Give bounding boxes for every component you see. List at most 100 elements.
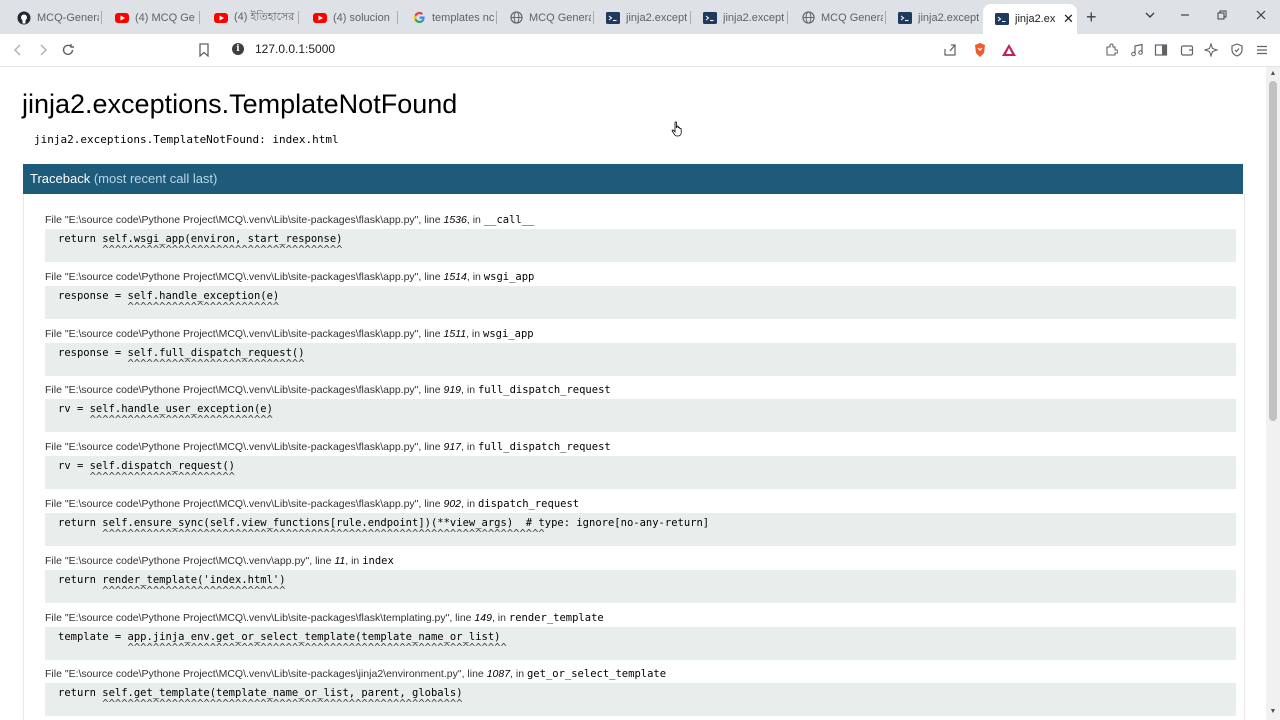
frame-source[interactable]: return self.wsgi_app(environ, start_resp…: [45, 229, 1236, 262]
media-icon[interactable]: [1128, 41, 1146, 59]
frame-line-number: 1536: [443, 214, 467, 226]
tab-title: (4) MCQ Ge: [135, 11, 195, 24]
frame-function: full_dispatch_request: [477, 384, 611, 397]
url-text[interactable]: 127.0.0.1:5000: [255, 42, 335, 56]
share-icon[interactable]: [941, 41, 959, 59]
traceback-frame[interactable]: File "E:\source code\Pythone Project\MCQ…: [45, 667, 1236, 717]
new-tab-button[interactable]: +: [1086, 7, 1097, 28]
forward-arrow-icon[interactable]: [34, 41, 52, 59]
frame-function: render_template: [508, 611, 604, 624]
brave-rewards-icon[interactable]: [1000, 41, 1018, 59]
frame-location: File "E:\source code\Pythone Project\MCQ…: [45, 498, 580, 510]
traceback-frame[interactable]: File "E:\source code\Pythone Project\MCQ…: [45, 383, 1236, 433]
bookmark-icon[interactable]: [195, 41, 213, 59]
tab-separator: [101, 11, 102, 24]
back-arrow-icon[interactable]: [9, 41, 27, 59]
youtube-icon: [214, 11, 228, 25]
frame-function: __call__: [483, 214, 535, 226]
frame-source[interactable]: return self.ensure_sync(self.view_functi…: [45, 513, 1236, 546]
tab-active[interactable]: jinja2.ex ✕: [983, 4, 1077, 34]
terminal-icon: [703, 11, 717, 25]
traceback-frame[interactable]: File "E:\source code\Pythone Project\MCQ…: [45, 327, 1236, 376]
tab-title: MCQ-Genera: [37, 11, 99, 24]
error-page: jinja2.exceptions.TemplateNotFound jinja…: [0, 67, 1266, 720]
frame-source[interactable]: response = self.full_dispatch_request() …: [45, 342, 1236, 376]
browser-tab[interactable]: (4) solucion: [301, 5, 395, 30]
traceback-header[interactable]: Traceback (most recent call last): [23, 164, 1243, 194]
traceback-frame[interactable]: File "E:\source code\Pythone Project\MCQ…: [45, 270, 1236, 319]
tab-separator: [787, 11, 788, 24]
frame-line-number: 149: [474, 611, 492, 624]
youtube-icon: [313, 11, 327, 25]
browser-tab[interactable]: (4) ইতিহাসের ৭: [202, 5, 296, 30]
scroll-up-arrow-icon[interactable]: ▲: [1269, 70, 1277, 78]
reload-icon[interactable]: [59, 41, 77, 59]
traceback-frame[interactable]: File "E:\source code\Pythone Project\MCQ…: [45, 497, 1236, 546]
brave-shields-icon[interactable]: [971, 41, 989, 59]
browser-tab[interactable]: (4) MCQ Ge: [103, 5, 197, 30]
browser-tab[interactable]: MCQ-Genera: [5, 5, 99, 30]
sidebar-icon[interactable]: [1152, 41, 1170, 59]
github-icon: [17, 11, 31, 25]
browser-tab[interactable]: templates nc: [400, 5, 494, 30]
browser-toolbar: i 127.0.0.1:5000: [0, 34, 1280, 67]
tab-title: jinja2.ex: [1015, 13, 1055, 25]
wallet-icon[interactable]: [1178, 41, 1196, 59]
browser-tab[interactable]: MCQ Genera: [789, 5, 883, 30]
frame-function: full_dispatch_request: [477, 441, 611, 454]
traceback-frame[interactable]: File "E:\source code\Pythone Project\MCQ…: [45, 554, 1236, 603]
leo-ai-icon[interactable]: [1202, 41, 1220, 59]
frame-location: File "E:\source code\Pythone Project\MCQ…: [45, 441, 611, 454]
close-tab-icon[interactable]: ✕: [1063, 11, 1074, 27]
scroll-down-arrow-icon[interactable]: ▼: [1269, 708, 1277, 716]
frame-location: File "E:\source code\Pythone Project\MCQ…: [45, 327, 534, 340]
tab-separator: [298, 11, 299, 24]
tab-separator: [199, 11, 200, 24]
hand-cursor-icon: [671, 121, 682, 137]
browser-tab[interactable]: MCQ Genera: [497, 5, 591, 30]
frame-source[interactable]: return self.get_template(template_name_o…: [45, 683, 1236, 717]
address-bar[interactable]: i 127.0.0.1:5000: [222, 38, 1016, 62]
minimize-button[interactable]: [1179, 8, 1191, 24]
close-window-button[interactable]: [1255, 8, 1267, 24]
frame-line-number: 917: [443, 441, 462, 454]
restore-button[interactable]: [1216, 8, 1228, 24]
traceback-frame[interactable]: File "E:\source code\Pythone Project\MCQ…: [45, 213, 1236, 262]
scrollbar-thumb[interactable]: [1269, 81, 1277, 421]
frame-carets: ^^^^^^^^^^^^^^^^^^^^^^^^^^^^^^^^^^^^^^: [58, 244, 343, 256]
traceback-frame[interactable]: File "E:\source code\Pythone Project\MCQ…: [45, 611, 1236, 660]
frame-source[interactable]: response = self.handle_exception(e) ^^^^…: [45, 285, 1236, 319]
frame-line-number: 919: [443, 384, 462, 397]
page-scrollbar[interactable]: ▲ ▼: [1266, 67, 1280, 720]
globe-icon: [509, 11, 523, 25]
frame-location: File "E:\source code\Pythone Project\MCQ…: [45, 611, 604, 624]
frame-source[interactable]: rv = self.dispatch_request() ^^^^^^^^^^^…: [45, 456, 1236, 490]
frame-source[interactable]: return render_template('index.html') ^^^…: [45, 569, 1236, 603]
frame-location: File "E:\source code\Pythone Project\MCQ…: [45, 270, 535, 283]
browser-tab[interactable]: jinja2.except: [594, 5, 688, 30]
terminal-icon: [606, 11, 620, 25]
browser-tab[interactable]: jinja2.except: [886, 5, 980, 30]
frame-function: index: [362, 554, 394, 567]
frame-source[interactable]: rv = self.handle_user_exception(e) ^^^^^…: [45, 399, 1236, 433]
frame-function: get_or_select_template: [526, 668, 667, 681]
tab-title: templates nc: [432, 11, 494, 24]
frame-carets: ^^^^^^^^^^^^^^^^^^^^^^^: [58, 471, 236, 484]
traceback-frame[interactable]: File "E:\source code\Pythone Project\MCQ…: [45, 440, 1236, 490]
traceback-subheading: (most recent call last): [93, 171, 218, 186]
frame-function: wsgi_app: [483, 270, 535, 283]
tab-search-chevron-icon[interactable]: [1144, 8, 1156, 24]
menu-icon[interactable]: [1253, 41, 1271, 59]
vpn-shield-icon[interactable]: [1228, 41, 1246, 59]
browser-tab[interactable]: jinja2.except: [691, 5, 785, 30]
extensions-icon[interactable]: [1102, 41, 1120, 59]
tab-separator: [397, 11, 398, 24]
frame-source[interactable]: template = app.jinja_env.get_or_select_t…: [45, 626, 1236, 660]
frame-file: E:\source code\Pythone Project\MCQ\.venv…: [68, 384, 415, 397]
tab-title: MCQ Genera: [529, 11, 591, 24]
traceback-heading: Traceback: [30, 171, 91, 186]
site-info-icon[interactable]: i: [232, 43, 244, 55]
frame-line-number: 1514: [443, 270, 467, 283]
frame-file: E:\source code\Pythone Project\MCQ\.venv…: [68, 554, 306, 567]
frame-location: File "E:\source code\Pythone Project\MCQ…: [45, 668, 667, 681]
